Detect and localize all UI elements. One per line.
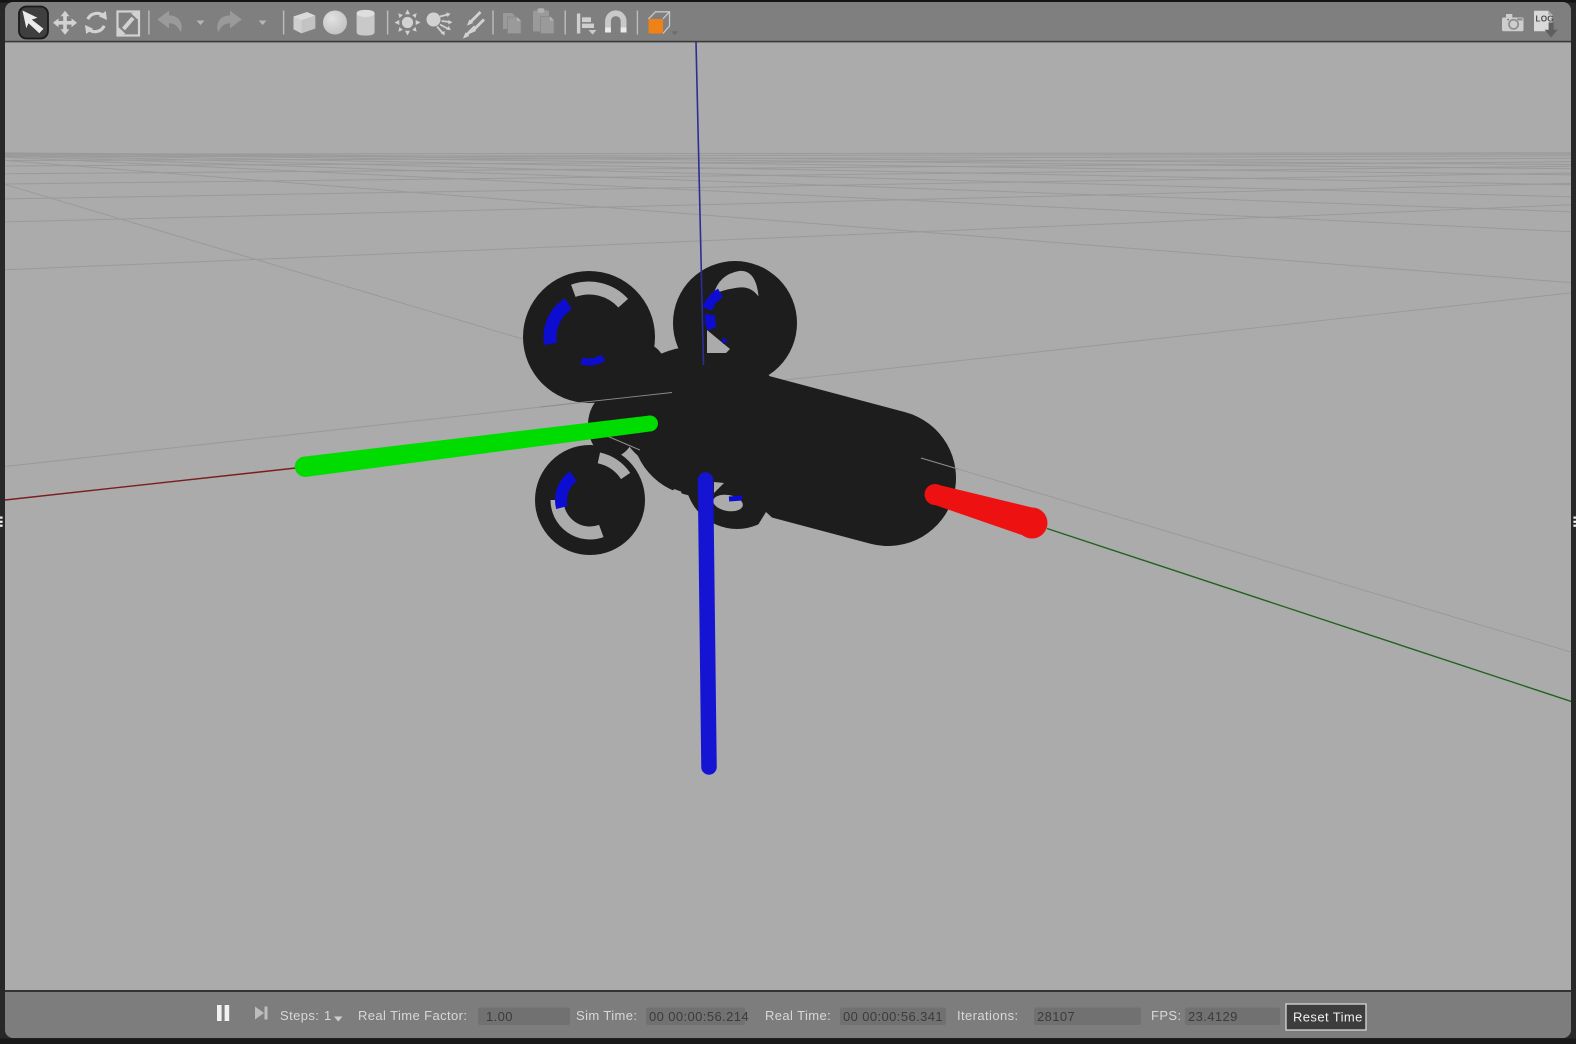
- svg-text:00 00:00:56.214: 00 00:00:56.214: [649, 1009, 749, 1024]
- svg-text:Steps:: Steps:: [280, 1008, 319, 1023]
- svg-text:23.4129: 23.4129: [1188, 1009, 1238, 1024]
- svg-text:FPS:: FPS:: [1151, 1008, 1182, 1023]
- svg-text:Real Time Factor:: Real Time Factor:: [358, 1008, 467, 1023]
- svg-text:Iterations:: Iterations:: [957, 1008, 1019, 1023]
- svg-text:00 00:00:56.341: 00 00:00:56.341: [843, 1009, 943, 1024]
- svg-text:LOG: LOG: [1536, 15, 1554, 24]
- svg-text:Reset Time: Reset Time: [1293, 1010, 1363, 1025]
- svg-text:1.00: 1.00: [486, 1009, 513, 1024]
- svg-text:1: 1: [324, 1008, 332, 1023]
- svg-text:28107: 28107: [1037, 1009, 1075, 1024]
- svg-text:Real Time:: Real Time:: [765, 1008, 831, 1023]
- svg-text:Sim Time:: Sim Time:: [576, 1008, 637, 1023]
